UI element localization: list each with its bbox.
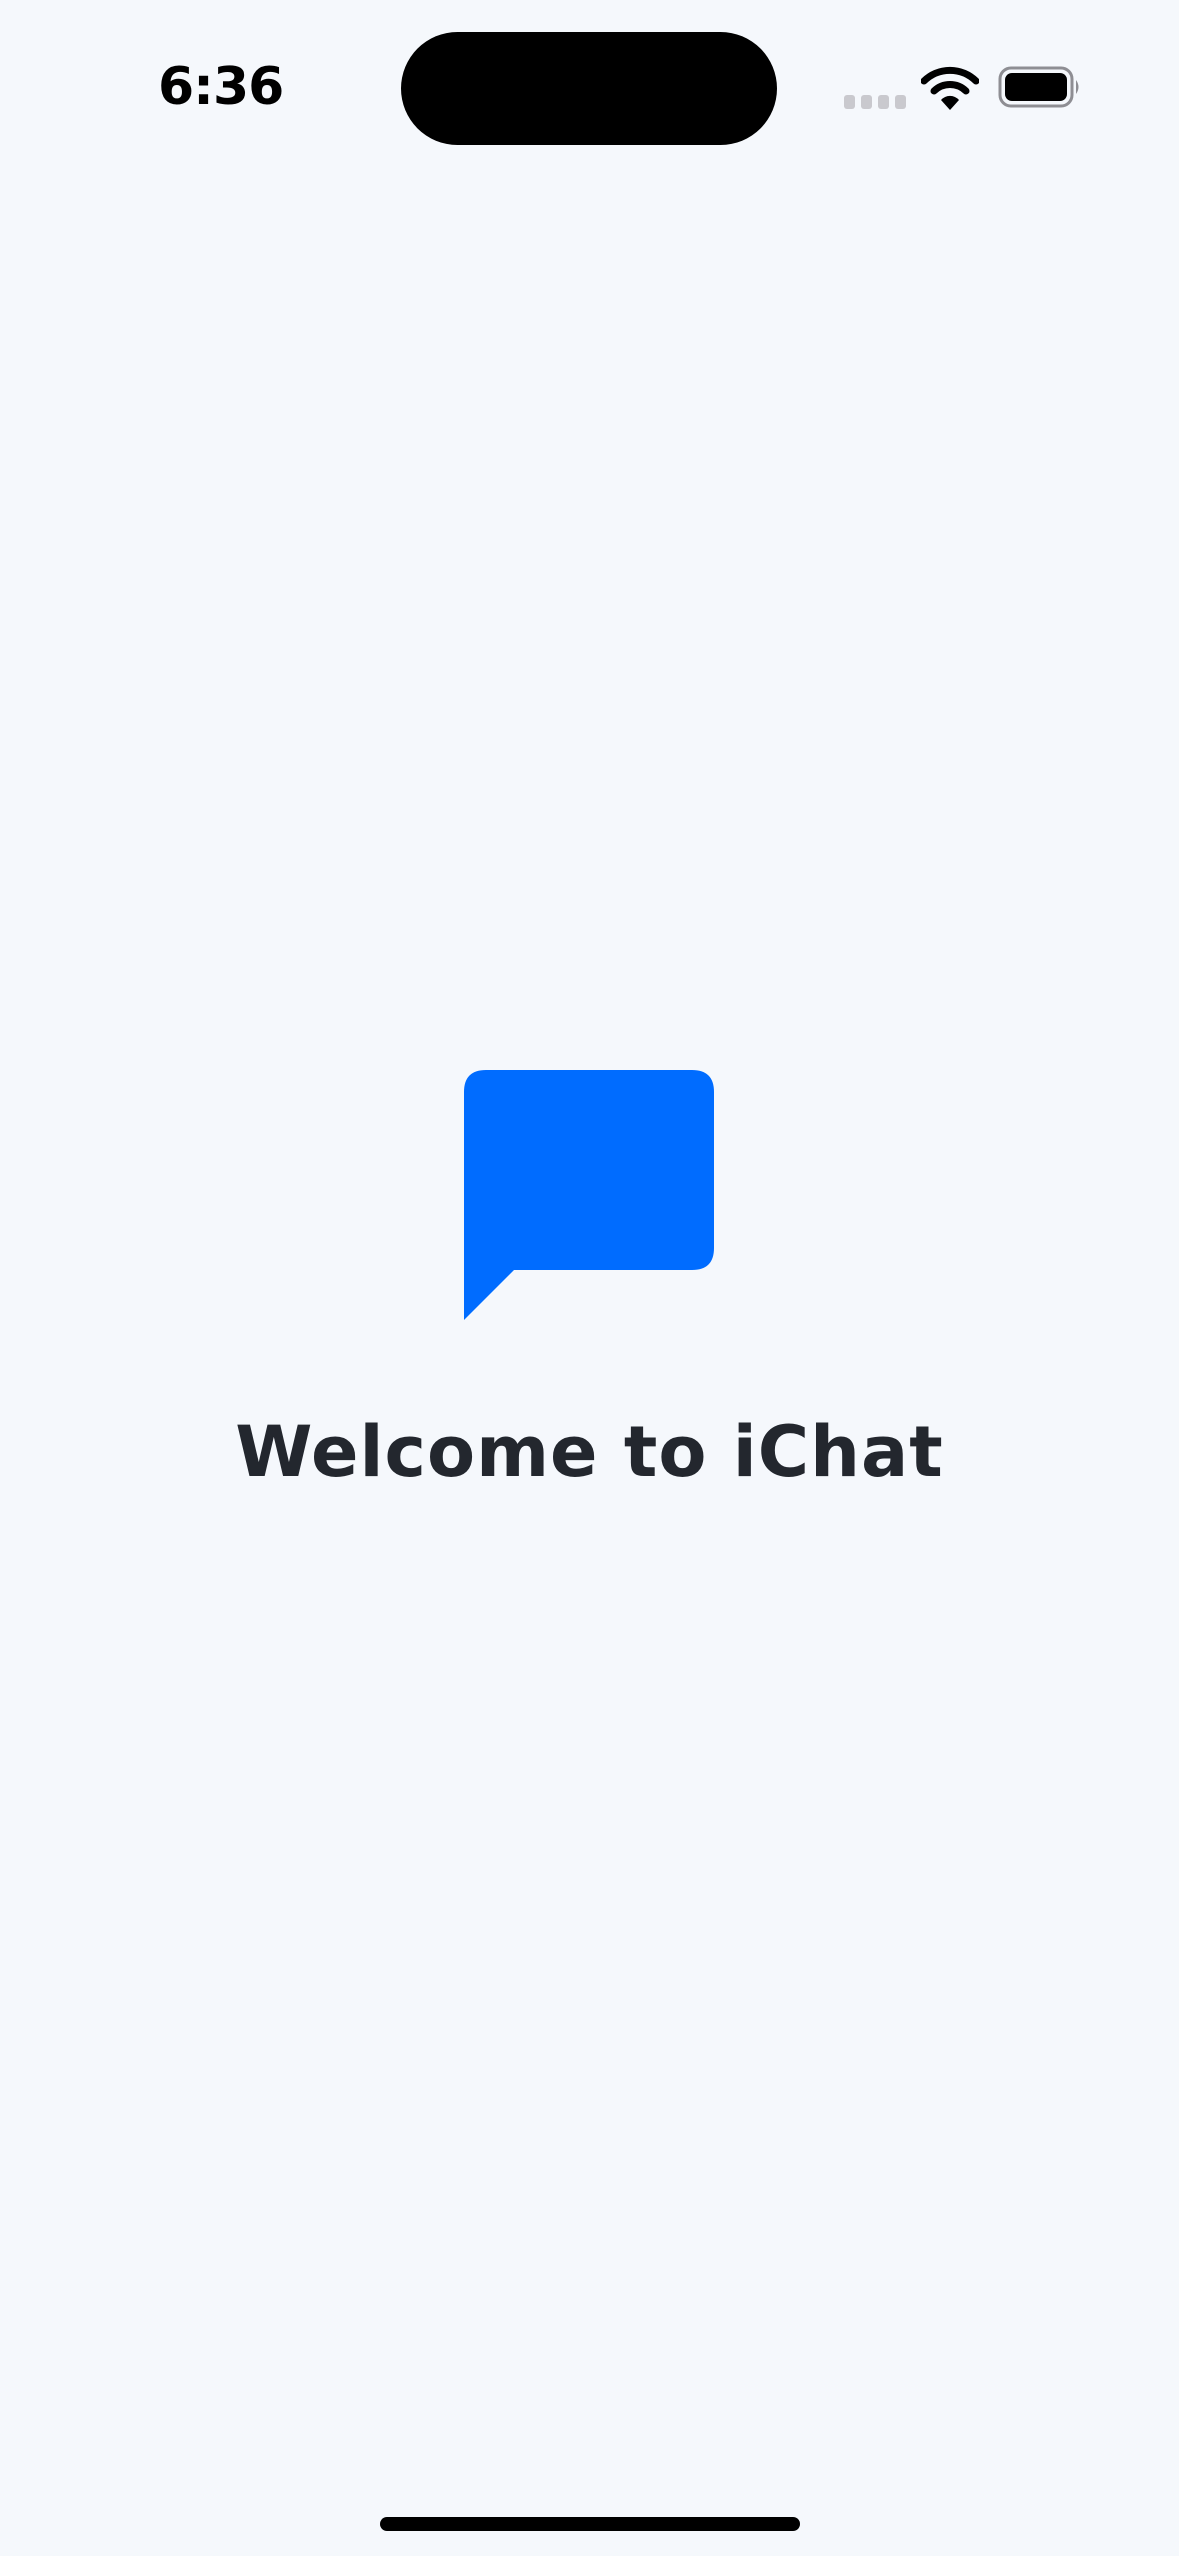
wifi-icon xyxy=(921,66,979,110)
welcome-title: Welcome to iChat xyxy=(235,1411,944,1493)
status-time: 6:36 xyxy=(158,57,284,117)
home-indicator[interactable] xyxy=(380,2517,800,2531)
chat-bubble-icon xyxy=(464,1070,714,1320)
cellular-signal-icon xyxy=(844,95,906,109)
battery-icon xyxy=(998,66,1079,108)
welcome-section: Welcome to iChat xyxy=(0,1070,1179,1510)
status-bar: 6:36 xyxy=(0,0,1179,170)
dynamic-island xyxy=(401,32,777,145)
